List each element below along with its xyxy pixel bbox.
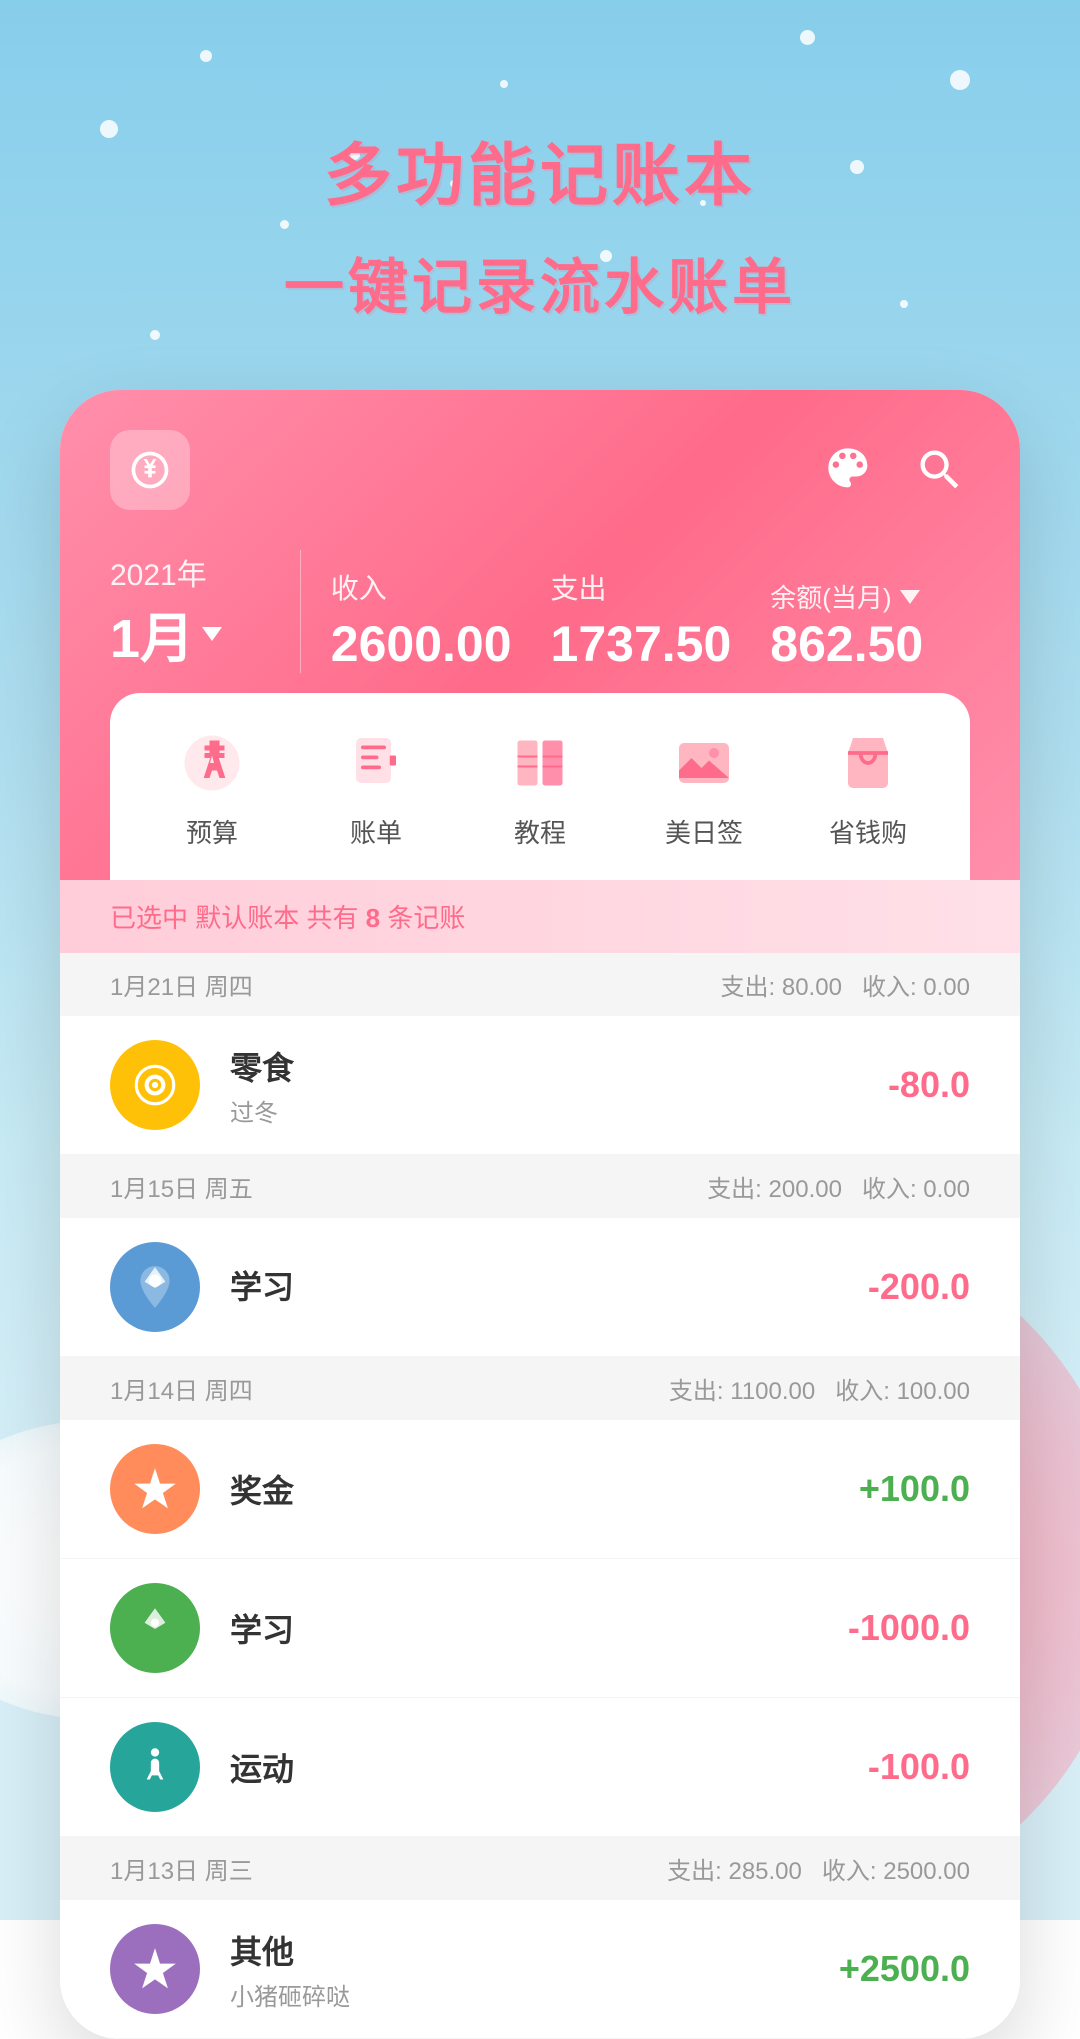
table-row[interactable]: 零食 过冬 -80.0 xyxy=(60,1016,1020,1155)
yen-icon xyxy=(128,448,172,492)
app-header: 2021年 1月 收入 2600.00 支出 1737.50 余额(当月) xyxy=(60,390,1020,880)
year-label: 2021年 xyxy=(110,550,270,594)
expense-block: 支出 1737.50 xyxy=(531,567,751,673)
tx-info: 学习 xyxy=(230,1262,868,1312)
transaction-list: 已选中 默认账本 共有 8 条记账 1月21日 周四 支出: 80.00 收入:… xyxy=(60,880,1020,2039)
quick-nav: 预算 账单 xyxy=(110,693,970,880)
tx-amount: +100.0 xyxy=(859,1468,970,1510)
tx-icon-study xyxy=(110,1242,200,1332)
table-row[interactable]: 其他 小猪砸碎哒 +2500.0 xyxy=(60,1900,1020,2039)
tx-info: 学习 xyxy=(230,1605,848,1651)
top-icons xyxy=(820,440,970,500)
balance-dropdown-arrow xyxy=(900,590,920,604)
income-value: 2600.00 xyxy=(331,615,531,673)
tx-icon-sport xyxy=(110,1722,200,1812)
tx-info: 零食 过冬 xyxy=(230,1043,888,1128)
income-block: 收入 2600.00 xyxy=(301,567,531,673)
promo-header: 多功能记账本 一键记录流水账单 xyxy=(0,120,1080,326)
table-row[interactable]: 学习 -200.0 xyxy=(60,1218,1020,1357)
date-separator-3: 1月13日 周三 支出: 285.00 收入: 2500.00 xyxy=(60,1837,1020,1900)
tutorial-label: 教程 xyxy=(514,813,566,850)
tx-amount: -1000.0 xyxy=(848,1607,970,1649)
tx-icon-bonus xyxy=(110,1444,200,1534)
date-separator-0: 1月21日 周四 支出: 80.00 收入: 0.00 xyxy=(60,953,1020,1016)
date-separator-1: 1月15日 周五 支出: 200.00 收入: 0.00 xyxy=(60,1155,1020,1218)
expense-label: 支出 xyxy=(551,567,751,607)
month-dropdown-arrow xyxy=(202,627,222,641)
nav-tutorial[interactable]: 教程 xyxy=(500,723,580,850)
tutorial-icon xyxy=(500,723,580,803)
diary-icon xyxy=(664,723,744,803)
ledger-icon xyxy=(336,723,416,803)
app-top-bar xyxy=(110,430,970,510)
tx-amount: -80.0 xyxy=(888,1064,970,1106)
budget-icon xyxy=(172,723,252,803)
chart-icon[interactable] xyxy=(820,440,880,500)
stats-row: 2021年 1月 收入 2600.00 支出 1737.50 余额(当月) xyxy=(110,550,970,673)
ledger-label: 账单 xyxy=(350,813,402,850)
balance-block: 余额(当月) 862.50 xyxy=(750,578,970,673)
month-value: 1月 xyxy=(110,594,194,673)
year-month-block: 2021年 1月 xyxy=(110,550,301,673)
date-separator-2: 1月14日 周四 支出: 1100.00 收入: 100.00 xyxy=(60,1357,1020,1420)
income-label: 收入 xyxy=(331,567,531,607)
tx-icon-other xyxy=(110,1924,200,2014)
diary-label: 美日签 xyxy=(665,813,743,850)
phone-mockup: 2021年 1月 收入 2600.00 支出 1737.50 余额(当月) xyxy=(60,390,1020,2039)
list-header-bar: 已选中 默认账本 共有 8 条记账 xyxy=(60,880,1020,953)
tx-icon-study2 xyxy=(110,1583,200,1673)
nav-shop[interactable]: 省钱购 xyxy=(828,723,908,850)
table-row[interactable]: 学习 -1000.0 xyxy=(60,1559,1020,1698)
header-title-line2: 一键记录流水账单 xyxy=(0,239,1080,326)
balance-value: 862.50 xyxy=(770,615,970,673)
shop-label: 省钱购 xyxy=(829,813,907,850)
header-title-line1: 多功能记账本 xyxy=(0,120,1080,219)
logo-button[interactable] xyxy=(110,430,190,510)
expense-value: 1737.50 xyxy=(551,615,751,673)
balance-label: 余额(当月) xyxy=(770,578,970,615)
tx-icon-snack xyxy=(110,1040,200,1130)
month-row[interactable]: 1月 xyxy=(110,594,270,673)
tx-amount: -100.0 xyxy=(868,1746,970,1788)
table-row[interactable]: 奖金 +100.0 xyxy=(60,1420,1020,1559)
search-icon[interactable] xyxy=(910,440,970,500)
tx-info: 其他 小猪砸碎哒 xyxy=(230,1927,839,2012)
tx-info: 奖金 xyxy=(230,1466,859,1512)
nav-diary[interactable]: 美日签 xyxy=(664,723,744,850)
table-row[interactable]: 运动 -100.0 xyxy=(60,1698,1020,1837)
nav-ledger[interactable]: 账单 xyxy=(336,723,416,850)
nav-budget[interactable]: 预算 xyxy=(172,723,252,850)
tx-amount: -200.0 xyxy=(868,1266,970,1308)
budget-label: 预算 xyxy=(186,813,238,850)
shop-icon xyxy=(828,723,908,803)
tx-info: 运动 xyxy=(230,1744,868,1790)
tx-amount: +2500.0 xyxy=(839,1948,970,1990)
